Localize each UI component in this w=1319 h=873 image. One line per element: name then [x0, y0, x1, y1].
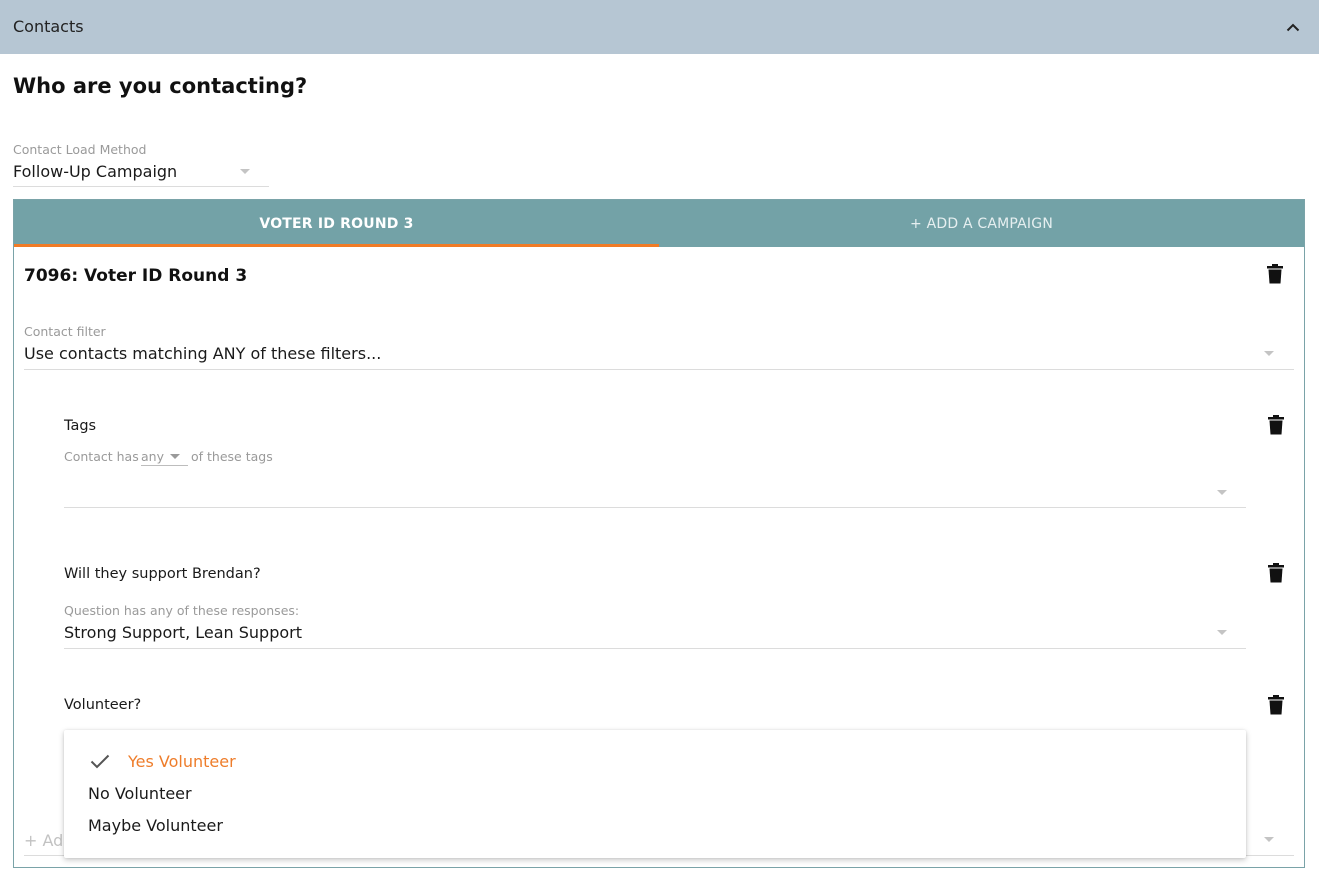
- support-responses-value: Strong Support, Lean Support: [64, 623, 303, 642]
- contact-filter-select[interactable]: Use contacts matching ANY of these filte…: [24, 342, 1294, 370]
- contact-filter-underline: [24, 369, 1294, 370]
- support-responses-label: Question has any of these responses:: [64, 603, 300, 618]
- tags-select[interactable]: [64, 478, 1246, 508]
- campaign-title: 7096: Voter ID Round 3: [24, 266, 248, 286]
- filter-title-tags: Tags: [64, 418, 97, 434]
- load-method-value: Follow-Up Campaign: [13, 162, 178, 181]
- volunteer-options-menu: Yes Volunteer No Volunteer Maybe Volunte…: [64, 730, 1246, 858]
- tag-mode-select[interactable]: any: [141, 447, 188, 466]
- caret-down-icon: [240, 169, 250, 174]
- contact-filter-label: Contact filter: [24, 324, 106, 339]
- caret-down-icon: [1264, 837, 1274, 842]
- section-heading: Who are you contacting?: [13, 74, 308, 98]
- option-maybe-volunteer[interactable]: Maybe Volunteer: [88, 816, 223, 835]
- tags-suffix-label: of these tags: [191, 449, 273, 464]
- tags-underline: [64, 507, 1246, 508]
- tab-add-campaign[interactable]: + ADD A CAMPAIGN: [659, 200, 1304, 247]
- trash-icon[interactable]: [1267, 264, 1283, 284]
- support-responses-underline: [64, 648, 1246, 649]
- tag-mode-value: any: [141, 449, 164, 464]
- chevron-up-icon[interactable]: [1281, 15, 1305, 39]
- trash-icon[interactable]: [1268, 563, 1284, 583]
- trash-icon[interactable]: [1268, 695, 1284, 715]
- load-method-label: Contact Load Method: [13, 142, 147, 157]
- header-title: Contacts: [13, 17, 84, 36]
- campaign-tabs: VOTER ID ROUND 3 + ADD A CAMPAIGN: [14, 200, 1304, 247]
- tab-voter-id-round-3[interactable]: VOTER ID ROUND 3: [14, 200, 659, 247]
- caret-down-icon: [1217, 630, 1227, 635]
- caret-down-icon: [170, 454, 180, 459]
- support-responses-select[interactable]: Strong Support, Lean Support: [64, 621, 1246, 649]
- contacts-header[interactable]: Contacts: [0, 0, 1319, 54]
- load-method-underline: [13, 186, 269, 187]
- option-no-volunteer[interactable]: No Volunteer: [88, 784, 192, 803]
- tags-prefix-label: Contact has: [64, 449, 139, 464]
- caret-down-icon: [1264, 351, 1274, 356]
- option-yes-volunteer[interactable]: Yes Volunteer: [128, 752, 236, 771]
- active-tab-indicator: [14, 244, 659, 247]
- caret-down-icon: [1217, 490, 1227, 495]
- contact-filter-value: Use contacts matching ANY of these filte…: [24, 344, 382, 363]
- filter-title-support: Will they support Brendan?: [64, 566, 261, 582]
- trash-icon[interactable]: [1268, 415, 1284, 435]
- check-icon: [90, 754, 110, 773]
- load-method-select[interactable]: Follow-Up Campaign: [13, 160, 269, 187]
- filter-title-volunteer: Volunteer?: [64, 697, 142, 713]
